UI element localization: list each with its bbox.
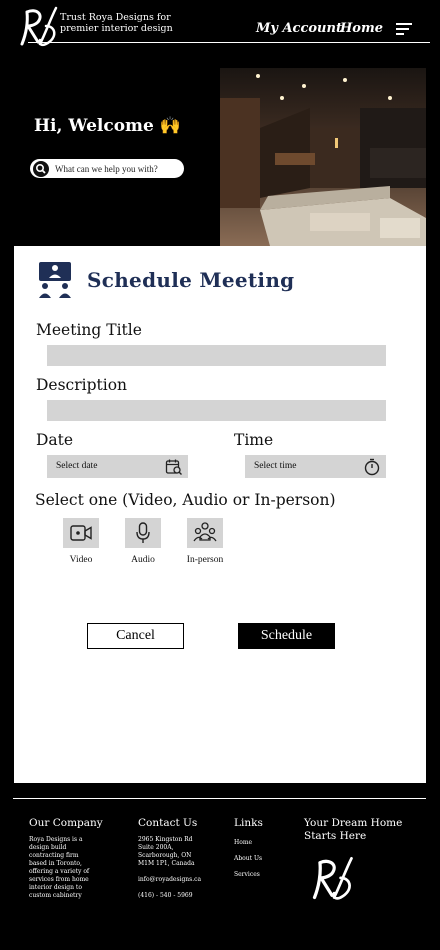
nav-home[interactable]: Home (340, 21, 383, 36)
time-picker[interactable]: Select time (245, 455, 386, 478)
time-label: Time (234, 431, 274, 449)
footer-link-about[interactable]: About Us (234, 855, 262, 862)
schedule-meeting-card: Schedule Meeting Meeting Title Descripti… (14, 246, 426, 783)
nav-my-account[interactable]: My Account (256, 21, 342, 36)
site-header: Trust Roya Designs for premier interior … (0, 0, 440, 60)
microphone-icon (136, 522, 150, 543)
option-audio[interactable]: Audio (118, 518, 168, 565)
search-icon (33, 160, 49, 177)
description-label: Description (36, 376, 128, 394)
calendar-search-icon[interactable] (165, 458, 183, 476)
header-divider (28, 42, 430, 43)
mode-select-label: Select one (Video, Audio or In-person) (35, 491, 336, 509)
footer-contact-address: 2965 Kingston Rd Suite 200A, Scarborough… (138, 836, 195, 867)
hero-interior-photo (220, 68, 426, 246)
search-bar[interactable]: What can we help you with? (30, 159, 184, 178)
footer-link-home[interactable]: Home (234, 839, 252, 846)
footer-links-title: Links (234, 817, 263, 829)
welcome-heading: Hi, Welcome 🙌 (34, 116, 181, 136)
footer-company-title: Our Company (29, 817, 103, 829)
schedule-button[interactable]: Schedule (238, 623, 335, 649)
option-video[interactable]: Video (56, 518, 106, 565)
hamburger-menu-icon[interactable] (396, 23, 412, 36)
stopwatch-icon[interactable] (363, 458, 381, 476)
description-input[interactable] (47, 400, 386, 421)
search-input[interactable]: What can we help you with? (55, 164, 158, 174)
footer-link-services[interactable]: Services (234, 871, 260, 878)
roya-footer-logo (312, 856, 353, 900)
meeting-people-icon (39, 262, 71, 298)
video-icon (70, 525, 92, 541)
date-placeholder: Select date (56, 461, 98, 471)
meeting-title-input[interactable] (47, 345, 386, 366)
footer-dream-title: Your Dream Home Starts Here (304, 817, 403, 842)
meeting-title-label: Meeting Title (36, 321, 142, 339)
footer-contact-phone[interactable]: (416) - 540 - 5969 (138, 892, 193, 900)
footer-company-text: Roya Designs is a design build contracti… (29, 836, 90, 899)
time-placeholder: Select time (254, 461, 297, 471)
header-tagline: Trust Roya Designs for premier interior … (60, 12, 173, 34)
date-picker[interactable]: Select date (47, 455, 188, 478)
option-video-label: Video (69, 555, 93, 565)
date-label: Date (36, 431, 74, 449)
option-in-person[interactable]: In-person (180, 518, 230, 565)
roya-logo[interactable] (16, 4, 62, 50)
footer-divider (13, 798, 426, 799)
footer-contact-email[interactable]: info@royadesigns.ca (138, 876, 201, 884)
cancel-button[interactable]: Cancel (87, 623, 184, 649)
form-title: Schedule Meeting (87, 268, 295, 292)
footer-contact-title: Contact Us (138, 817, 198, 829)
option-audio-label: Audio (131, 555, 155, 565)
people-icon (193, 522, 217, 542)
option-in-person-label: In-person (186, 555, 224, 565)
